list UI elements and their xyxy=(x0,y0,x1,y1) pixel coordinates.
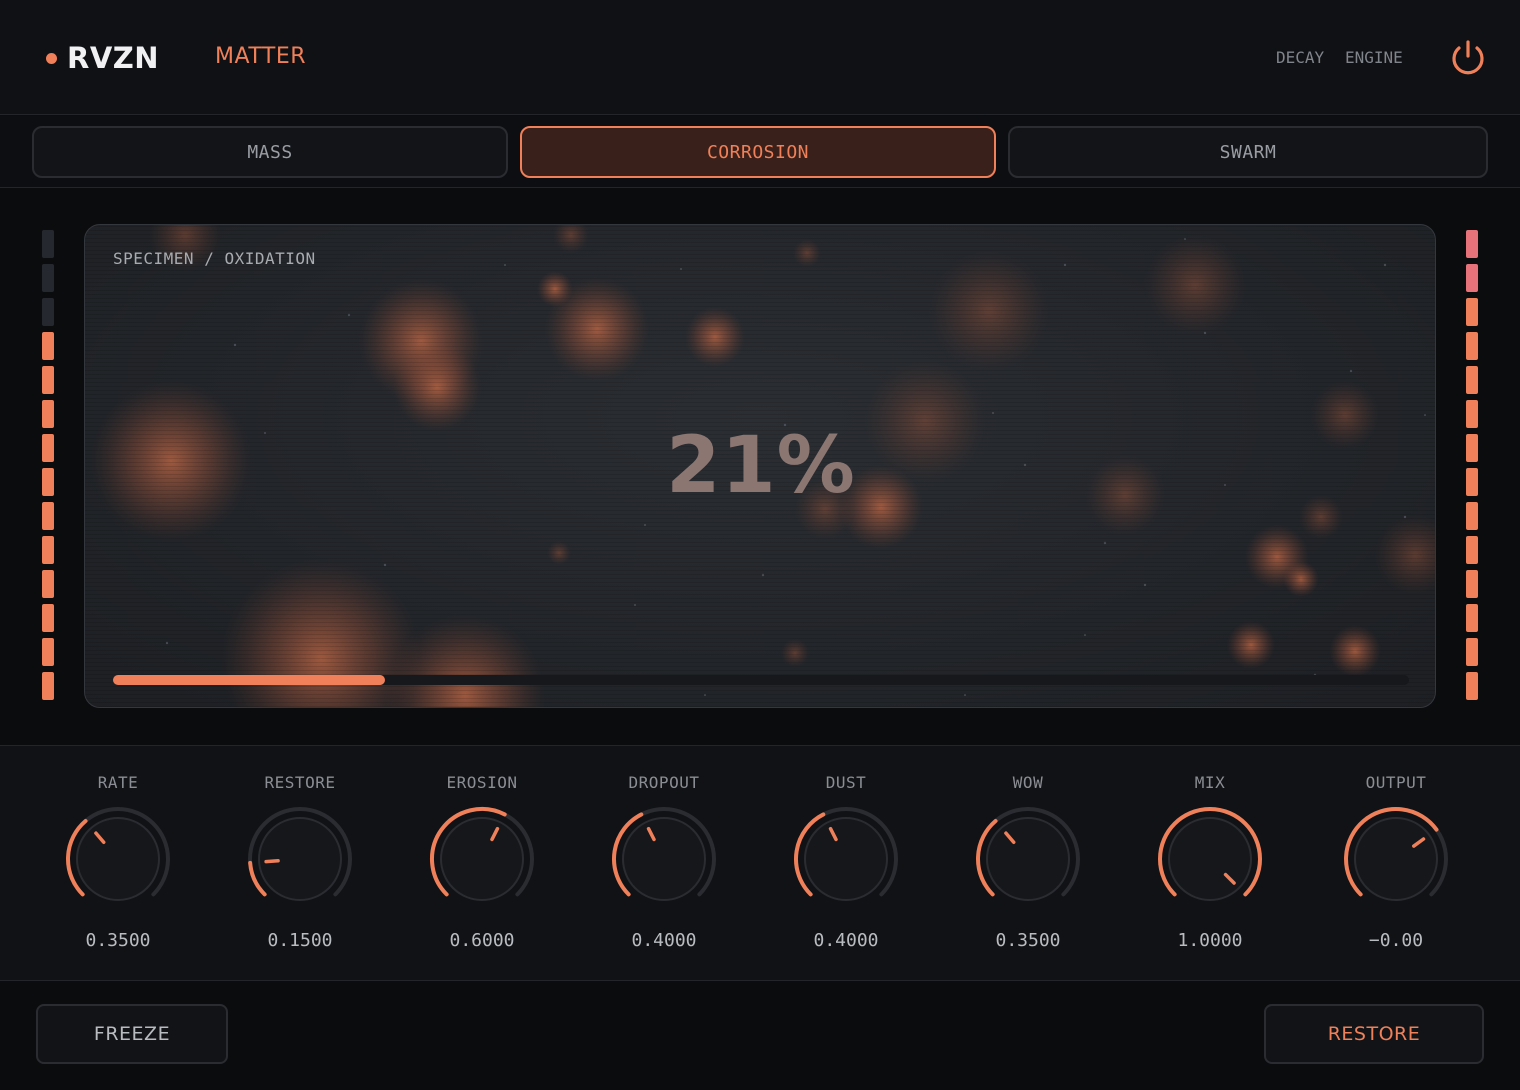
knob-dial[interactable] xyxy=(1155,804,1265,914)
right-meter-segment xyxy=(1466,298,1478,326)
knob-dial[interactable] xyxy=(609,804,719,914)
knob-dropout: DROPOUT 0.4000 xyxy=(584,746,744,982)
right-meter-segment xyxy=(1466,570,1478,598)
knob-dial[interactable] xyxy=(63,804,173,914)
right-meter-segment xyxy=(1466,604,1478,632)
left-meter-segment xyxy=(42,434,54,462)
knob-output: OUTPUT −0.00 xyxy=(1316,746,1476,982)
knob-body xyxy=(622,817,706,901)
specimen-display: SPECIMEN / OXIDATION 21% xyxy=(84,224,1436,708)
right-meter-segment xyxy=(1466,536,1478,564)
knob-body xyxy=(986,817,1070,901)
knob-label: MIX xyxy=(1194,773,1226,792)
corrosion-percent: 21% xyxy=(666,421,856,511)
knob-label: WOW xyxy=(1012,773,1044,792)
specimen-label: SPECIMEN / OXIDATION xyxy=(113,249,316,268)
knob-value[interactable]: −0.00 xyxy=(1316,930,1476,951)
left-meter-segment xyxy=(42,672,54,700)
power-icon[interactable] xyxy=(1448,38,1488,78)
right-level-meter xyxy=(1466,230,1478,706)
brand: RVZN xyxy=(46,40,159,76)
tab-mass[interactable]: MASS xyxy=(32,126,508,178)
knob-dust: DUST 0.4000 xyxy=(766,746,926,982)
knob-label: RATE xyxy=(97,773,139,792)
knob-dial[interactable] xyxy=(245,804,355,914)
knob-label: RESTORE xyxy=(264,773,336,792)
knob-value[interactable]: 0.1500 xyxy=(220,930,380,951)
knob-dial[interactable] xyxy=(973,804,1083,914)
knob-pointer xyxy=(264,858,280,864)
knob-rate: RATE 0.3500 xyxy=(38,746,198,982)
left-meter-segment xyxy=(42,366,54,394)
decay-link[interactable]: DECAY xyxy=(1276,48,1324,67)
right-meter-segment xyxy=(1466,230,1478,258)
knob-label: EROSION xyxy=(446,773,518,792)
right-meter-segment xyxy=(1466,468,1478,496)
left-meter-segment xyxy=(42,468,54,496)
freeze-button[interactable]: FREEZE xyxy=(36,1004,228,1064)
knob-body xyxy=(76,817,160,901)
corrosion-progress-track xyxy=(113,675,1409,685)
knob-body xyxy=(1354,817,1438,901)
corrosion-progress-fill xyxy=(113,675,386,685)
right-meter-segment xyxy=(1466,264,1478,292)
mode-tabs: MASS CORROSION SWARM xyxy=(0,116,1520,188)
left-meter-segment xyxy=(42,536,54,564)
knob-dial[interactable] xyxy=(1341,804,1451,914)
right-meter-segment xyxy=(1466,332,1478,360)
brand-name: RVZN xyxy=(67,41,160,75)
right-meter-segment xyxy=(1466,434,1478,462)
knob-mix: MIX 1.0000 xyxy=(1130,746,1290,982)
right-meter-segment xyxy=(1466,366,1478,394)
knob-value[interactable]: 0.6000 xyxy=(402,930,562,951)
tab-swarm[interactable]: SWARM xyxy=(1008,126,1488,178)
left-meter-segment xyxy=(42,502,54,530)
knob-body xyxy=(258,817,342,901)
right-meter-segment xyxy=(1466,502,1478,530)
knob-panel: RATE 0.3500 RESTORE 0.1500 EROSION 0.6000 DROP… xyxy=(0,745,1520,981)
knob-restore: RESTORE 0.1500 xyxy=(220,746,380,982)
header-bar: RVZN MATTER DECAY ENGINE xyxy=(0,0,1520,115)
left-level-meter xyxy=(42,230,54,706)
right-meter-segment xyxy=(1466,638,1478,666)
brand-dot-icon xyxy=(46,52,57,64)
knob-value[interactable]: 0.4000 xyxy=(584,930,744,951)
left-meter-segment xyxy=(42,638,54,666)
left-meter-segment xyxy=(42,570,54,598)
knob-label: DUST xyxy=(825,773,867,792)
knob-label: OUTPUT xyxy=(1365,773,1427,792)
knob-wow: WOW 0.3500 xyxy=(948,746,1108,982)
knob-value[interactable]: 0.3500 xyxy=(948,930,1108,951)
engine-link[interactable]: ENGINE xyxy=(1345,48,1403,67)
knob-label: DROPOUT xyxy=(628,773,700,792)
left-meter-segment xyxy=(42,332,54,360)
footer-bar: FREEZE RESTORE xyxy=(0,982,1520,1090)
tab-corrosion[interactable]: CORROSION xyxy=(520,126,996,178)
knob-body xyxy=(440,817,524,901)
left-meter-segment xyxy=(42,298,54,326)
left-meter-segment xyxy=(42,604,54,632)
left-meter-segment xyxy=(42,264,54,292)
knob-erosion: EROSION 0.6000 xyxy=(402,746,562,982)
knob-dial[interactable] xyxy=(791,804,901,914)
knob-body xyxy=(1168,817,1252,901)
preset-name[interactable]: MATTER xyxy=(215,44,306,69)
knob-value[interactable]: 1.0000 xyxy=(1130,930,1290,951)
knob-dial[interactable] xyxy=(427,804,537,914)
restore-button[interactable]: RESTORE xyxy=(1264,1004,1484,1064)
knob-body xyxy=(804,817,888,901)
knob-value[interactable]: 0.4000 xyxy=(766,930,926,951)
right-meter-segment xyxy=(1466,400,1478,428)
right-meter-segment xyxy=(1466,672,1478,700)
left-meter-segment xyxy=(42,400,54,428)
knob-value[interactable]: 0.3500 xyxy=(38,930,198,951)
left-meter-segment xyxy=(42,230,54,258)
